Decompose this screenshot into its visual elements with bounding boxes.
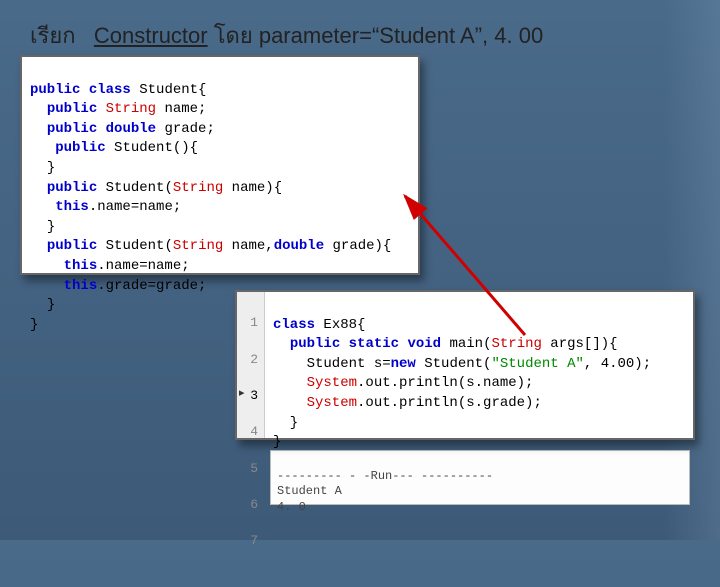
title-part-3: โดย parameter=“Student A”, 4. 00 [214,23,543,48]
title-part-1: เรียก [30,23,76,48]
title-part-2: Constructor [94,23,208,48]
code-main-body: class Ex88{ public static void main(Stri… [265,292,693,438]
code-main-class: 1 2 3 4 5 6 7 class Ex88{ public static … [235,290,695,440]
slide-title: เรียก Constructor โดย parameter=“Student… [30,18,543,53]
code-student-class: public class Student{ public String name… [20,55,420,275]
console-output: --------- - -Run--- ---------- Student A… [270,450,690,505]
line-gutter: 1 2 3 4 5 6 7 [237,292,265,438]
